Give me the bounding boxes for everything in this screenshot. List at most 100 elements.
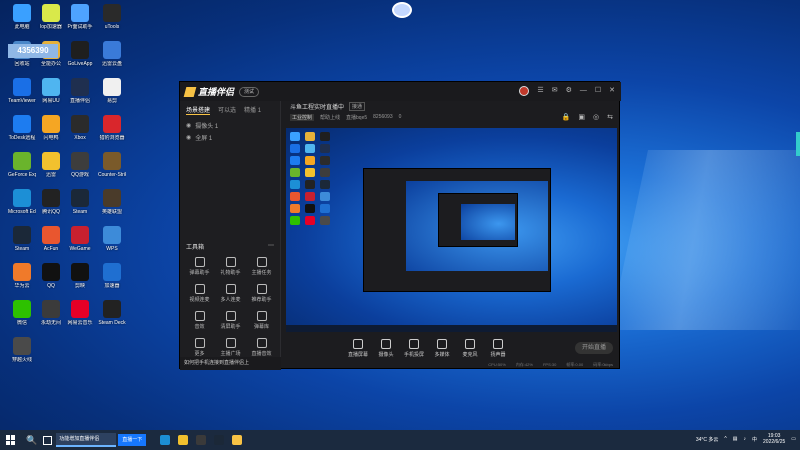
weather-text[interactable]: 34°C 多云	[696, 436, 719, 443]
input-language[interactable]: 中	[752, 436, 757, 443]
search-icon[interactable]: 🔍	[26, 435, 37, 446]
source-control[interactable]: 麦克风	[456, 338, 484, 358]
maximize-icon[interactable]: ☐	[595, 86, 601, 96]
tab-action-button[interactable]: 直播一下	[118, 434, 147, 446]
folder-icon[interactable]	[178, 435, 189, 445]
tool-item[interactable]: 清屏助手	[215, 311, 246, 330]
side-handle[interactable]	[796, 132, 800, 156]
tool-item[interactable]: 直播音效	[246, 338, 277, 357]
help-link[interactable]: 帮助上线	[320, 114, 340, 121]
floating-widget-icon[interactable]	[392, 2, 412, 18]
bell-icon[interactable]: ◎	[593, 113, 599, 121]
desktop-icon[interactable]: 微信	[8, 300, 36, 326]
eye-icon[interactable]: ◉	[186, 122, 191, 129]
tab-featured[interactable]: 精播 1	[244, 105, 261, 115]
source-control[interactable]: 手机投屏	[400, 338, 428, 358]
eye-icon[interactable]: ◉	[186, 134, 191, 141]
stream-title[interactable]: 斗鱼工程实时直播中	[290, 102, 344, 111]
tool-item[interactable]: 音效	[184, 311, 215, 330]
desktop-icon[interactable]: 直播伴侣	[66, 78, 94, 104]
close-icon[interactable]: ✕	[609, 86, 615, 96]
desktop-icon[interactable]: AcFun	[37, 226, 65, 252]
desktop-icon[interactable]: Pr面试助手	[66, 4, 94, 30]
tool-item[interactable]: 视频连麦	[184, 284, 215, 303]
desktop-icon[interactable]: 穿越火线	[8, 337, 36, 363]
desktop-icon[interactable]: 网易云音乐	[66, 300, 94, 326]
tool-item[interactable]: 弹幕助手	[184, 257, 215, 276]
desktop-icon[interactable]: QQ	[37, 263, 65, 289]
source-control[interactable]: 摄像头	[372, 338, 400, 358]
message-icon[interactable]: ✉	[552, 86, 558, 96]
network-icon[interactable]: ▤	[733, 436, 738, 442]
settings-icon[interactable]: ⚙	[566, 86, 572, 96]
steam-icon[interactable]	[214, 435, 225, 445]
live-preview[interactable]	[286, 128, 617, 332]
tool-item[interactable]: 更多	[184, 338, 215, 357]
desktop-icon[interactable]: Xbox	[66, 115, 94, 141]
desktop-icon[interactable]: 闪电鸭	[37, 115, 65, 141]
active-browser-tab[interactable]: 功能增加直播伴侣	[56, 433, 117, 447]
task-view-icon[interactable]	[43, 435, 53, 445]
desktop-icon[interactable]: 易剪	[98, 78, 126, 104]
clock[interactable]: 19:03 2022/6/25	[763, 433, 785, 445]
desktop-icon[interactable]: WeGame	[66, 226, 94, 252]
desktop-icon[interactable]: Steam Deck	[98, 300, 126, 326]
desktop-icon[interactable]: 加速器	[98, 263, 126, 289]
desktop-icon[interactable]: GoLiveApp	[66, 41, 94, 67]
desktop-icon[interactable]: GeForce Experience	[8, 152, 36, 178]
desktop-icon[interactable]: ToDesk远程	[8, 115, 36, 141]
live-companion-icon[interactable]	[232, 435, 243, 445]
edge-icon[interactable]	[160, 435, 171, 445]
tray-arrow-icon[interactable]: ^	[724, 436, 726, 442]
tab-scene-build[interactable]: 场景搭建	[186, 105, 211, 115]
app-icon	[71, 152, 89, 170]
stream-tag[interactable]: 接通	[349, 102, 366, 111]
minimize-icon[interactable]: —	[580, 86, 587, 96]
start-button[interactable]	[6, 435, 16, 445]
share-icon[interactable]: ⇆	[607, 113, 613, 121]
desktop-icon[interactable]: uTools	[98, 4, 126, 30]
tool-item[interactable]: 主播任务	[246, 257, 277, 276]
tool-item[interactable]: 礼物助手	[215, 257, 246, 276]
notice-bar[interactable]: 如何把手机连接到直播伴侣上	[180, 357, 281, 370]
source-control[interactable]: 多媒体	[428, 338, 456, 358]
tool-item[interactable]: 主播广场	[215, 338, 246, 357]
desktop-icon[interactable]: 迅雷	[37, 152, 65, 178]
tab-optional[interactable]: 可以选	[218, 105, 236, 115]
desktop-icon[interactable]: 猎豹浏览器	[98, 115, 126, 141]
more-icon[interactable]: ⋯	[268, 242, 274, 251]
desktop-icon[interactable]: Steam	[8, 226, 36, 252]
category-tag[interactable]: 工业控制	[290, 113, 315, 121]
desktop-icon[interactable]: 此电脑	[8, 4, 36, 30]
gift-icon[interactable]: ▣	[578, 113, 585, 121]
menu-icon[interactable]: ☰	[537, 86, 543, 96]
desktop-icon[interactable]: 迅雷云盘	[98, 41, 126, 67]
desktop-icon[interactable]: 腾讯QQ	[37, 189, 65, 215]
lock-icon[interactable]: 🔒	[562, 113, 571, 121]
source-control[interactable]: 扬声器	[484, 338, 512, 358]
tool-item[interactable]: 推荐助手	[246, 284, 277, 303]
desktop-icon[interactable]: 剪映	[66, 263, 94, 289]
desktop-icon[interactable]: 永劫无间	[37, 300, 65, 326]
scene-item[interactable]: ◉ 全屏 1	[180, 131, 280, 143]
avatar[interactable]	[519, 86, 530, 96]
volume-icon[interactable]: ♪	[744, 436, 747, 442]
desktop-icon[interactable]: 华为云	[8, 263, 36, 289]
source-control[interactable]: 直播屏幕	[344, 338, 372, 358]
tool-item[interactable]: 弹幕库	[246, 311, 277, 330]
desktop-icon[interactable]: QQ游戏	[66, 152, 94, 178]
desktop-icon[interactable]: Counter-Strike	[98, 152, 126, 178]
go-live-button[interactable]: 开始直播	[575, 342, 613, 354]
scene-item[interactable]: ◉ 摄像头 1	[180, 119, 280, 131]
desktop-icon[interactable]: TeamViewer	[8, 78, 36, 104]
desktop-icon[interactable]: lop加速器	[37, 4, 65, 30]
notification-icon[interactable]: ▭	[791, 436, 796, 442]
tool-item[interactable]: 多人连麦	[215, 284, 246, 303]
desktop-icon[interactable]: 网易UU	[37, 78, 65, 104]
desktop-icon[interactable]: Steam	[66, 189, 94, 215]
app-icon[interactable]	[196, 435, 207, 445]
version-badge[interactable]: 测试	[239, 86, 260, 97]
desktop-icon[interactable]: Microsoft Edge	[8, 189, 36, 215]
desktop-icon[interactable]: WPS	[98, 226, 126, 252]
desktop-icon[interactable]: 英雄联盟	[98, 189, 126, 215]
